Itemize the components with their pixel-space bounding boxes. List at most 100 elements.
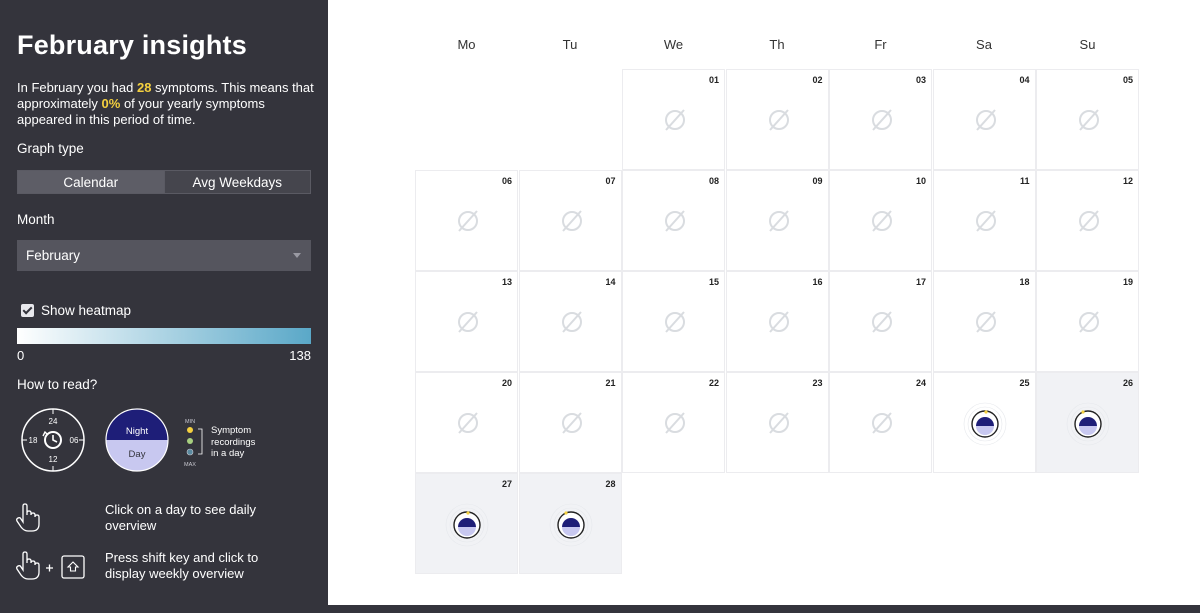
no-data-icon [768,109,789,131]
calendar-day-cell[interactable]: 22 [622,372,725,473]
weekday-header: Th [769,37,785,52]
graph-type-calendar-button[interactable]: Calendar [18,171,164,193]
show-heatmap-checkbox[interactable] [21,304,34,317]
weekday-header: Su [1079,37,1096,52]
no-data-icon [872,109,892,131]
month-select[interactable]: February [17,240,311,271]
no-data-icon [561,210,582,232]
day-number: 27 [501,479,512,489]
clock-legend: 24 06 12 18 [21,408,85,472]
calendar-day-cell[interactable]: 20 [415,372,518,473]
day-clock-icon [1066,402,1110,446]
day-number: 17 [915,277,926,287]
calendar-day-cell[interactable]: 26 [1036,372,1139,473]
day-number: 14 [605,277,616,287]
no-data-icon [665,412,685,434]
no-data-icon [665,311,685,333]
chevron-down-icon [293,253,301,258]
calendar-day-cell[interactable]: 02 [725,69,829,170]
no-data-icon [768,210,789,232]
yearly-percent: 0% [101,96,121,111]
calendar-day-cell[interactable]: 12 [1036,170,1139,271]
no-data-icon [458,210,478,232]
month-label: Month [17,212,55,227]
day-number: 13 [501,277,512,287]
calendar-day-cell[interactable]: 05 [1036,69,1139,170]
calendar-day-cell[interactable]: 27 [415,473,518,574]
calendar-day-cell[interactable]: 08 [622,170,725,271]
calendar-day-cell[interactable]: 15 [622,271,725,372]
day-number: 26 [1122,378,1133,388]
calendar-day-cell[interactable]: 28 [518,473,622,574]
calendar-day-cell[interactable]: 01 [622,69,725,170]
calendar-day-cell[interactable]: 25 [932,372,1036,473]
calendar-day-cell[interactable]: 18 [932,271,1036,372]
day-number: 19 [1122,277,1133,287]
show-heatmap-label: Show heatmap [41,303,132,318]
day-number: 20 [501,378,512,388]
legend-line: recordings [211,436,256,448]
calendar-day-cell[interactable]: 21 [518,372,622,473]
calendar-day-cell[interactable]: 19 [1036,271,1139,372]
clock-label-right: 06 [70,436,79,445]
day-number: 23 [812,378,823,388]
day-clock-icon [963,402,1006,446]
graph-type-avg-weekdays-button[interactable]: Avg Weekdays [163,171,310,193]
no-data-icon [768,412,789,434]
page-title: February insights [17,30,247,60]
day-number: 05 [1122,75,1133,85]
graph-type-label: Graph type [17,141,84,156]
day-number: 12 [1122,176,1133,186]
hand-plus-shift-icon [16,551,85,580]
hand-pointer-icon [16,503,40,532]
heatmap-max-label: 138 [289,348,311,363]
hint-shift-click: Press shift key and click to display wee… [105,550,259,581]
day-number: 04 [1019,75,1030,85]
day-clock-icon [549,503,592,547]
show-heatmap-row: Show heatmap [21,303,131,318]
no-data-icon [872,412,892,434]
calendar-day-cell[interactable]: 03 [829,69,932,170]
calendar-day-cell[interactable]: 24 [829,372,932,473]
calendar-day-cell[interactable]: 07 [518,170,622,271]
no-data-icon [665,109,685,131]
day-number: 03 [915,75,926,85]
day-number: 01 [708,75,719,85]
calendar-day-cell[interactable]: 11 [932,170,1036,271]
calendar-day-cell[interactable]: 09 [725,170,829,271]
calendar-day-cell[interactable]: 14 [518,271,622,372]
no-data-icon [872,311,892,333]
no-data-icon [665,210,685,232]
calendar-day-cell[interactable]: 17 [829,271,932,372]
no-data-icon [975,109,996,131]
day-number: 11 [1019,176,1030,186]
weekday-header: Sa [976,37,992,52]
legend-line: in a day [211,448,245,459]
legend-max-label: MAX [184,462,196,468]
calendar-day-cell[interactable]: 16 [725,271,829,372]
heatmap-min-label: 0 [17,348,25,363]
weekday-header: Tu [562,37,578,52]
no-data-icon [458,412,478,434]
day-number: 10 [915,176,926,186]
night-day-legend: Night Day [105,408,169,472]
no-data-icon [975,210,996,232]
calendar-day-cell[interactable]: 13 [415,271,518,372]
app: February insights In February you had 28… [0,0,1200,613]
calendar-day-cell[interactable]: 23 [725,372,829,473]
hint-click-day: Click on a day to see daily overview [105,502,257,533]
clock-label-top: 24 [49,417,58,426]
no-data-icon [1079,311,1099,333]
calendar-day-cell[interactable]: 06 [415,170,518,271]
day-number: 24 [915,378,926,388]
day-number: 07 [605,176,616,186]
calendar-day-cell[interactable]: 04 [932,69,1036,170]
no-data-icon [561,311,582,333]
bottom-bar [328,605,1200,613]
day-number: 22 [708,378,719,388]
no-data-icon [561,412,582,434]
no-data-icon [872,210,892,232]
calendar-day-cell[interactable]: 10 [829,170,932,271]
month-select-value: February [26,248,81,263]
legend-min-label: MIN [185,419,195,425]
